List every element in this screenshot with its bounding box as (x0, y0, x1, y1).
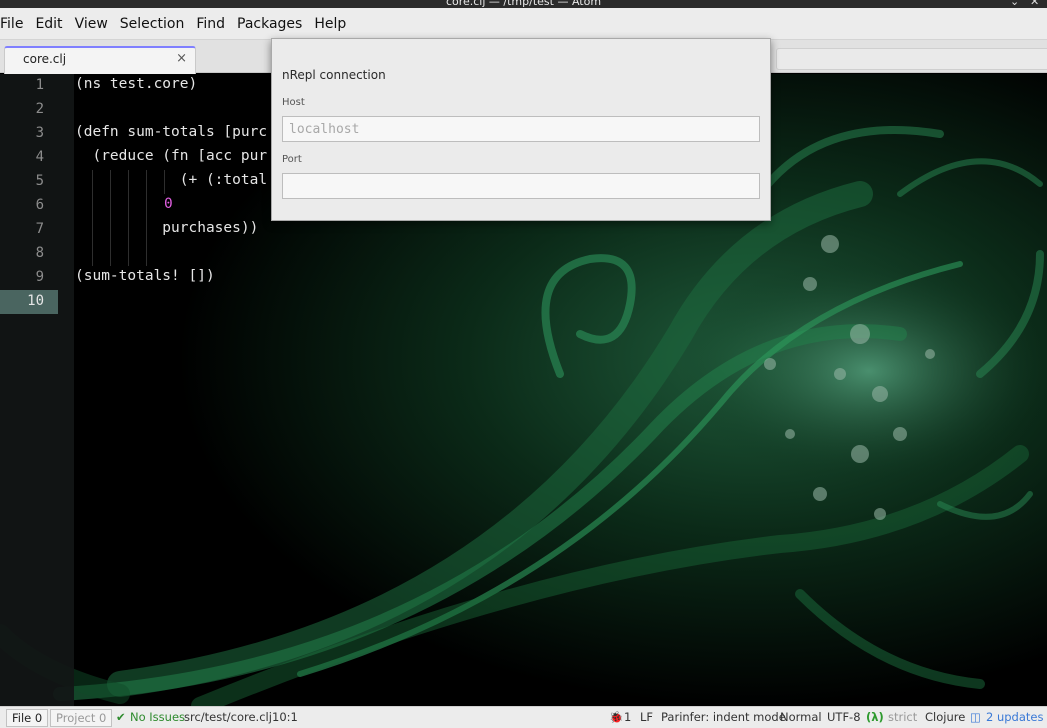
close-tab-icon[interactable]: × (176, 51, 187, 66)
code-line: purchases)) (75, 220, 259, 236)
parinfer-mode[interactable]: Parinfer: indent mode (661, 710, 786, 724)
linter-project-count[interactable]: Project 0 (50, 709, 113, 727)
code-line: (defn sum-totals [purc (75, 124, 268, 140)
tab-title: core.clj (23, 52, 67, 66)
menu-find[interactable]: Find (190, 8, 231, 40)
menu-packages[interactable]: Packages (231, 8, 308, 40)
code-line: (sum-totals! []) (75, 268, 215, 284)
linter-file-count[interactable]: File 0 (6, 709, 49, 727)
code-line: (ns test.core) (75, 76, 198, 92)
file-path[interactable]: src/test/core.clj (184, 710, 272, 724)
menu-help[interactable]: Help (308, 8, 352, 40)
line-number: 8 (35, 245, 44, 261)
dialog-heading: nRepl connection (282, 68, 386, 82)
close-window-icon[interactable]: ✕ (1030, 0, 1039, 8)
lambda-icon: (λ) (866, 710, 884, 724)
cursor-position[interactable]: 10:1 (272, 710, 298, 724)
line-number: 3 (35, 125, 44, 141)
updates-link[interactable]: 2 updates (986, 710, 1043, 724)
minimize-icon[interactable]: ⌃ (990, 0, 999, 8)
code-line: (+ (:total (75, 172, 268, 188)
line-number: 9 (35, 269, 44, 285)
status-bar: File 0 Project 0 ✔ No Issues src/test/co… (0, 706, 1047, 728)
host-label: Host (282, 97, 305, 108)
host-input[interactable] (282, 116, 760, 142)
line-number: 6 (35, 197, 44, 213)
strict-mode[interactable]: strict (888, 710, 917, 724)
linter-status[interactable]: No Issues (130, 710, 185, 724)
line-number: 1 (35, 77, 44, 93)
vim-mode[interactable]: Normal (780, 710, 822, 724)
code-line: (reduce (fn [acc pur (75, 148, 268, 164)
line-ending[interactable]: LF (640, 710, 653, 724)
bug-count[interactable]: 1 (624, 710, 631, 724)
maximize-icon[interactable]: ⌄ (1010, 0, 1019, 8)
encoding[interactable]: UTF-8 (827, 710, 861, 724)
number-literal-zero: 0 (164, 196, 173, 212)
line-number-active: 10 (27, 293, 44, 309)
tab-bar-right-pane (776, 48, 1047, 70)
menu-file[interactable]: File (0, 8, 29, 40)
line-number: 4 (35, 149, 44, 165)
menu-bar: File Edit View Selection Find Packages H… (0, 8, 1047, 40)
nrepl-connection-dialog: nRepl connection Host Port (271, 38, 771, 221)
port-input[interactable] (282, 173, 760, 199)
tab-core-clj[interactable]: core.clj × (4, 46, 196, 74)
menu-view[interactable]: View (69, 8, 114, 40)
grammar[interactable]: Clojure (925, 710, 965, 724)
number-literal: 0 (164, 196, 173, 212)
package-icon: ◫ (970, 710, 981, 724)
line-number: 5 (35, 173, 44, 189)
port-label: Port (282, 154, 302, 165)
menu-selection[interactable]: Selection (114, 8, 191, 40)
line-number-gutter[interactable]: 1 2 3 4 5 6 7 8 9 10 (0, 74, 74, 706)
menu-edit[interactable]: Edit (29, 8, 68, 40)
line-number: 2 (35, 101, 44, 117)
check-icon: ✔ (116, 710, 126, 724)
line-number: 7 (35, 221, 44, 237)
bug-icon: 🐞 (609, 710, 624, 724)
